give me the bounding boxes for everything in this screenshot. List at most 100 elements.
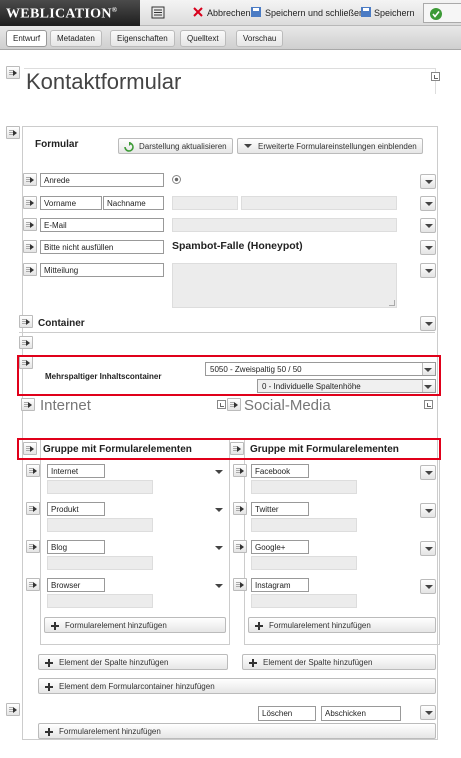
left-item-handle[interactable]	[26, 502, 40, 515]
left-item-handle[interactable]	[26, 464, 40, 477]
tab-quelltext[interactable]: Quelltext	[180, 30, 226, 47]
form-heading: Formular	[35, 139, 79, 150]
honeypot-title: Spambot-Falle (Honeypot)	[172, 240, 303, 252]
col-left-handle[interactable]	[21, 398, 35, 411]
save-icon[interactable]	[360, 6, 374, 19]
plus-icon	[255, 622, 263, 630]
right-item-input[interactable]: Facebook	[251, 464, 309, 478]
left-item-chevron-icon[interactable]	[215, 584, 223, 588]
add-form-element-right-label: Formularelement hinzufügen	[269, 621, 371, 630]
submit-button[interactable]: Abschicken	[321, 706, 401, 721]
save-button[interactable]: Speichern	[374, 8, 415, 18]
add-column-element-right-button[interactable]: Element der Spalte hinzufügen	[242, 654, 436, 670]
tab-vorschau[interactable]: Vorschau	[236, 30, 284, 47]
right-item-handle[interactable]	[233, 502, 247, 515]
plus-icon	[249, 659, 257, 667]
advanced-label: Erweiterte Formulareinstellungen einblen…	[258, 142, 417, 151]
title-edit-icon[interactable]	[431, 72, 440, 81]
multi-container-handle[interactable]	[19, 336, 33, 349]
right-item-input[interactable]: Google+	[251, 540, 309, 554]
check-button[interactable]	[423, 3, 461, 23]
page-title[interactable]: Kontaktformular	[26, 69, 181, 95]
mitteilung-dropdown[interactable]	[420, 263, 436, 278]
title-handle[interactable]	[6, 66, 20, 79]
name-dropdown[interactable]	[420, 196, 436, 211]
add-container-element-button[interactable]: Element dem Formularcontainer hinzufügen	[38, 678, 436, 694]
anrede-dropdown[interactable]	[420, 174, 436, 189]
col-right-title[interactable]: Social-Media	[244, 397, 331, 414]
save-close-icon[interactable]	[250, 6, 264, 19]
right-item-preview	[251, 518, 357, 532]
add-form-element-bottom-button[interactable]: Formularelement hinzufügen	[38, 723, 436, 739]
save-close-button[interactable]: Speichern und schließen	[265, 8, 364, 18]
right-item-handle[interactable]	[233, 464, 247, 477]
right-item-dropdown[interactable]	[420, 503, 436, 518]
vorname-field[interactable]: Vorname	[40, 196, 102, 210]
container-heading: Container	[38, 318, 85, 329]
right-item-input[interactable]: Instagram	[251, 578, 309, 592]
app-name: WEBLICATION	[6, 6, 112, 22]
cancel-button[interactable]: Abbrechen	[207, 8, 251, 18]
add-column-element-left-button[interactable]: Element der Spalte hinzufügen	[38, 654, 228, 670]
add-form-element-right-button[interactable]: Formularelement hinzufügen	[248, 617, 436, 633]
refresh-button[interactable]: Darstellung aktualisieren	[118, 138, 233, 154]
tab-metadaten[interactable]: Metadaten	[50, 30, 102, 47]
plus-icon	[51, 622, 59, 630]
honeypot-dropdown[interactable]	[420, 240, 436, 255]
tab-eigenschaften[interactable]: Eigenschaften	[110, 30, 175, 47]
left-item-input[interactable]: Blog	[47, 540, 105, 554]
cancel-icon[interactable]	[192, 6, 206, 19]
refresh-icon	[124, 142, 134, 152]
email-field[interactable]: E-Mail	[40, 218, 164, 232]
delete-button[interactable]: Löschen	[258, 706, 316, 721]
group-right-title: Gruppe mit Formularelementen	[250, 444, 399, 455]
resize-grip-icon[interactable]	[389, 300, 395, 306]
anrede-radio[interactable]	[172, 175, 181, 184]
mitteilung-handle[interactable]	[23, 263, 37, 276]
left-item-handle[interactable]	[26, 578, 40, 591]
container-dropdown[interactable]	[420, 316, 436, 331]
height-select[interactable]: 0 - Individuelle Spaltenhöhe	[257, 379, 436, 393]
tab-entwurf[interactable]: Entwurf	[6, 30, 48, 47]
add-form-element-left-button[interactable]: Formularelement hinzufügen	[44, 617, 226, 633]
honeypot-field[interactable]: Bitte nicht ausfüllen	[40, 240, 164, 254]
form-handle[interactable]	[6, 126, 20, 139]
honeypot-handle[interactable]	[23, 240, 37, 253]
right-item-dropdown[interactable]	[420, 579, 436, 594]
layout-select[interactable]: 5050 - Zweispaltig 50 / 50	[205, 362, 436, 376]
buttons-handle[interactable]	[6, 703, 20, 716]
nachname-preview	[241, 196, 397, 210]
buttons-dropdown[interactable]	[420, 705, 436, 720]
email-dropdown[interactable]	[420, 218, 436, 233]
anrede-handle[interactable]	[23, 173, 37, 186]
left-item-chevron-icon[interactable]	[215, 508, 223, 512]
left-item-handle[interactable]	[26, 540, 40, 553]
col-left-title[interactable]: Internet	[40, 397, 91, 414]
left-item-input[interactable]: Produkt	[47, 502, 105, 516]
left-item-input[interactable]: Internet	[47, 464, 105, 478]
left-item-input[interactable]: Browser	[47, 578, 105, 592]
col-right-edit-icon[interactable]	[424, 400, 433, 409]
email-handle[interactable]	[23, 218, 37, 231]
right-item-input[interactable]: Twitter	[251, 502, 309, 516]
group-right-handle[interactable]	[230, 442, 244, 455]
col-left-edit-icon[interactable]	[217, 400, 226, 409]
right-item-handle[interactable]	[233, 578, 247, 591]
col-right-handle[interactable]	[227, 398, 241, 411]
refresh-label: Darstellung aktualisieren	[139, 142, 227, 151]
left-item-chevron-icon[interactable]	[215, 470, 223, 474]
nachname-field[interactable]: Nachname	[103, 196, 164, 210]
menu-icon[interactable]	[151, 6, 165, 19]
right-item-dropdown[interactable]	[420, 465, 436, 480]
left-item-chevron-icon[interactable]	[215, 546, 223, 550]
right-item-handle[interactable]	[233, 540, 247, 553]
name-handle[interactable]	[23, 196, 37, 209]
right-item-preview	[251, 594, 357, 608]
add-form-element-bottom-label: Formularelement hinzufügen	[59, 727, 161, 736]
group-left-handle[interactable]	[23, 442, 37, 455]
right-item-dropdown[interactable]	[420, 541, 436, 556]
advanced-settings-button[interactable]: Erweiterte Formulareinstellungen einblen…	[237, 138, 423, 154]
anrede-field[interactable]: Anrede	[40, 173, 164, 187]
app-reg: ®	[111, 6, 118, 14]
mitteilung-field[interactable]: Mitteilung	[40, 263, 164, 277]
